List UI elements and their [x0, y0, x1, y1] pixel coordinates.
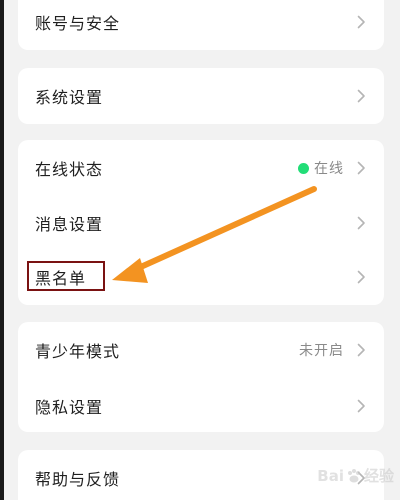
chevron-right-icon	[357, 399, 365, 413]
settings-row-label: 账号与安全	[35, 14, 121, 33]
online-status-value: 在线	[298, 158, 344, 178]
settings-row-privacy-settings[interactable]: 隐私设置	[18, 378, 384, 434]
system-card: 系统设置	[18, 68, 384, 124]
chevron-right-icon	[357, 89, 365, 103]
account-card: 账号与安全	[18, 0, 384, 50]
settings-row-label: 青少年模式	[35, 342, 121, 361]
baidu-paw-icon	[347, 468, 360, 482]
settings-row-account-security[interactable]: 账号与安全	[18, 0, 384, 50]
settings-page: 账号与安全 系统设置 在线状态 在线 消息设置 黑名单 青少年模式 未开启 隐私…	[0, 0, 400, 500]
chevron-right-icon	[357, 15, 365, 29]
settings-row-label: 帮助与反馈	[35, 470, 121, 489]
settings-row-system-settings[interactable]: 系统设置	[18, 68, 384, 124]
settings-row-online-status[interactable]: 在线状态 在线	[18, 140, 384, 196]
blacklist-highlight-box	[27, 261, 105, 291]
settings-row-label: 系统设置	[35, 88, 104, 107]
chevron-right-icon	[357, 161, 365, 175]
online-dot-icon	[298, 162, 309, 174]
settings-row-youth-mode[interactable]: 青少年模式 未开启	[18, 322, 384, 378]
chevron-right-icon	[357, 270, 365, 284]
watermark-text-left: Bai	[317, 466, 344, 485]
settings-row-label: 消息设置	[35, 215, 104, 234]
settings-row-label: 在线状态	[35, 160, 104, 179]
settings-row-label: 隐私设置	[35, 398, 104, 417]
online-status-text: 在线	[314, 161, 344, 177]
watermark-text-right: 经验	[363, 467, 394, 485]
chevron-right-icon	[357, 216, 365, 230]
privacy-card: 青少年模式 未开启 隐私设置	[18, 322, 384, 432]
settings-row-message-settings[interactable]: 消息设置	[18, 195, 384, 251]
left-edge-shadow	[0, 0, 4, 500]
chevron-right-icon	[357, 343, 365, 357]
baidu-watermark: Bai 经验	[317, 465, 394, 486]
youth-mode-value: 未开启	[299, 343, 344, 359]
